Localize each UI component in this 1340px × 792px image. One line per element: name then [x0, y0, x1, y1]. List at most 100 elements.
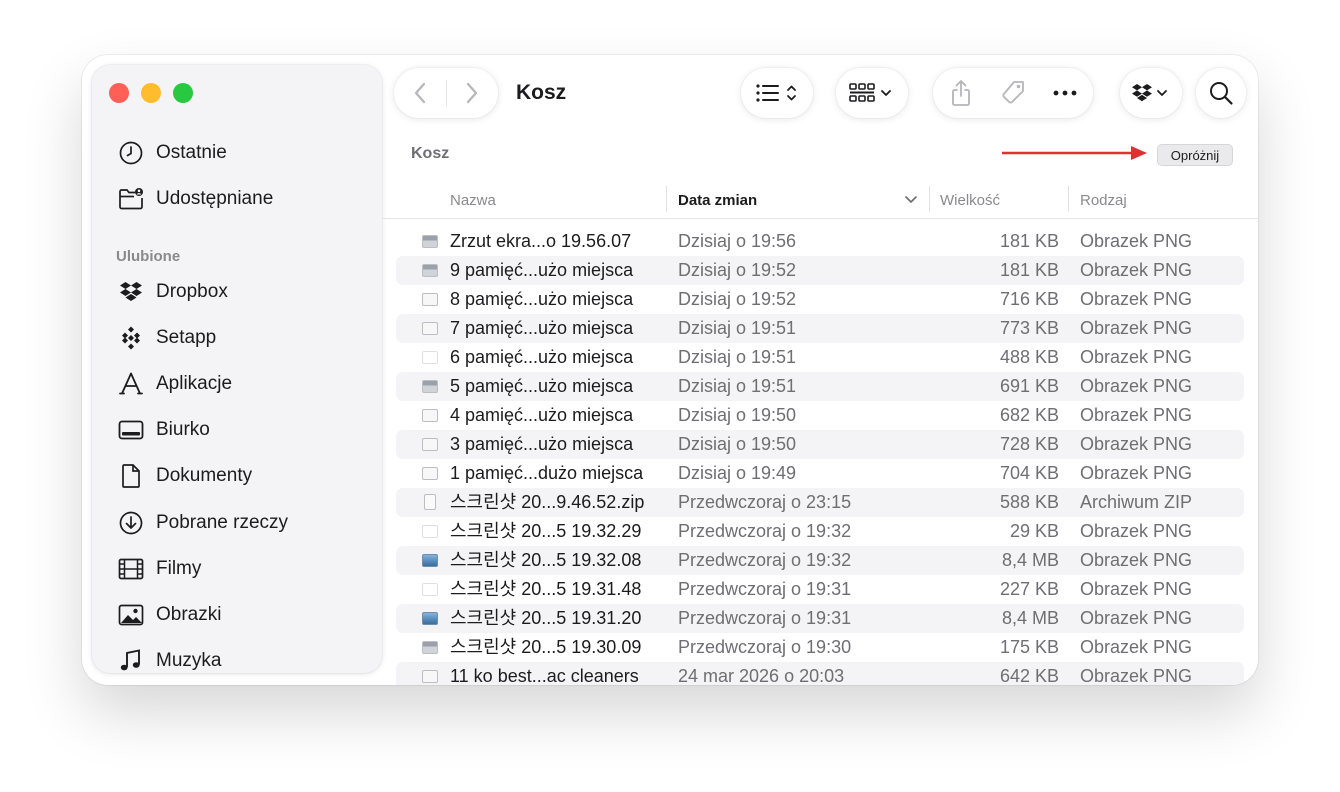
- table-row[interactable]: 스크린샷 20...5 19.31.48 Przedwczoraj o 19:31…: [396, 575, 1244, 604]
- sidebar-item-filmy[interactable]: Filmy: [118, 554, 201, 584]
- table-row[interactable]: 7 pamięć...użo miejsca Dzisiaj o 19:51 773…: [396, 314, 1244, 343]
- sidebar-item-dropbox[interactable]: Dropbox: [118, 277, 228, 307]
- table-row[interactable]: 8 pamięć...użo miejsca Dzisiaj o 19:52 716…: [396, 285, 1244, 314]
- forward-button[interactable]: [446, 68, 498, 118]
- setapp-icon: [118, 325, 144, 351]
- dropbox-menu-button[interactable]: [1120, 68, 1182, 118]
- list-view-button[interactable]: [741, 68, 813, 118]
- file-list: Zrzut ekra...o 19.56.07 Dzisiaj o 19:56 18…: [396, 227, 1244, 685]
- more-icon: [1053, 90, 1077, 96]
- column-header-date[interactable]: Data zmian: [678, 183, 918, 217]
- close-button[interactable]: [109, 83, 129, 103]
- table-row[interactable]: 6 pamięć...użo miejsca Dzisiaj o 19:51 488…: [396, 343, 1244, 372]
- column-header-size[interactable]: Wielkość: [940, 183, 1000, 217]
- path-location: Kosz: [411, 145, 450, 162]
- sidebar-item-setapp[interactable]: Setapp: [118, 323, 216, 353]
- share-icon: [952, 80, 970, 106]
- column-header-name[interactable]: Nazwa: [450, 183, 496, 217]
- sidebar-item-pobrane-rzeczy[interactable]: Pobrane rzeczy: [118, 508, 288, 538]
- sidebar-item-label: Ostatnie: [156, 142, 227, 163]
- share-button[interactable]: [935, 68, 987, 118]
- sidebar-item-muzyka[interactable]: Muzyka: [118, 646, 221, 673]
- sidebar: Ostatnie Udostępniane Ulubione Dropbox S…: [92, 65, 382, 673]
- sidebar-item-biurko[interactable]: Biurko: [118, 415, 210, 445]
- png-file-icon: [422, 583, 438, 596]
- table-row[interactable]: 11 ko best...ac cleaners 24 mar 2026 o 20…: [396, 662, 1244, 685]
- chevron-down-icon: [905, 196, 917, 203]
- column-header-date-label: Data zmian: [678, 191, 758, 209]
- sidebar-item-label: Dokumenty: [156, 465, 253, 486]
- annotation-arrow-icon: [1002, 146, 1147, 160]
- sidebar-item-label: Muzyka: [156, 650, 222, 671]
- png-file-icon: [422, 264, 438, 277]
- film-icon: [118, 556, 144, 582]
- table-row[interactable]: 스크린샷 20...9.46.52.zip Przedwczoraj o 23:1…: [396, 488, 1244, 517]
- list-view-icon: [756, 84, 796, 102]
- sidebar-item-label: Obrazki: [156, 604, 222, 625]
- sidebar-item-label: Biurko: [156, 419, 210, 440]
- applications-icon: [118, 371, 144, 397]
- sidebar-item-label: Filmy: [156, 558, 202, 579]
- zoom-button[interactable]: [173, 83, 193, 103]
- tag-button[interactable]: [987, 68, 1039, 118]
- clock-icon: [118, 140, 144, 166]
- png-file-icon: [422, 612, 438, 625]
- sidebar-item-dokumenty[interactable]: Dokumenty: [118, 461, 252, 491]
- table-row[interactable]: 4 pamięć...użo miejsca Dzisiaj o 19:50 682…: [396, 401, 1244, 430]
- minimize-button[interactable]: [141, 83, 161, 103]
- table-row[interactable]: 스크린샷 20...5 19.32.29 Przedwczoraj o 19:32…: [396, 517, 1244, 546]
- sidebar-item-label: Dropbox: [156, 281, 228, 302]
- table-row[interactable]: 스크린샷 20...5 19.32.08 Przedwczoraj o 19:32…: [396, 546, 1244, 575]
- png-file-icon: [422, 467, 438, 480]
- chevron-left-icon: [414, 82, 425, 104]
- shared-folder-icon: [118, 186, 144, 212]
- download-icon: [118, 510, 144, 536]
- empty-trash-button[interactable]: Opróżnij: [1157, 144, 1233, 166]
- zip-file-icon: [424, 494, 436, 510]
- desktop-icon: [118, 417, 144, 443]
- tag-icon: [1002, 81, 1024, 104]
- more-button[interactable]: [1039, 68, 1091, 118]
- sidebar-item-label: Aplikacje: [156, 373, 233, 394]
- sidebar-item-label: Udostępniane: [156, 188, 274, 209]
- png-file-icon: [422, 438, 438, 451]
- search-button[interactable]: [1196, 68, 1246, 118]
- finder-window: Ostatnie Udostępniane Ulubione Dropbox S…: [82, 55, 1258, 685]
- sidebar-item-obrazki[interactable]: Obrazki: [118, 600, 221, 630]
- png-file-icon: [422, 380, 438, 393]
- chevron-right-icon: [467, 82, 478, 104]
- group-by-button[interactable]: [836, 68, 908, 118]
- dropbox-icon: [1132, 84, 1167, 102]
- navigation-group: [394, 68, 498, 118]
- photo-icon: [118, 602, 144, 628]
- window-controls: [109, 83, 193, 103]
- sidebar-item-label: Setapp: [156, 327, 217, 348]
- png-file-icon: [422, 351, 438, 364]
- table-row[interactable]: 스크린샷 20...5 19.30.09 Przedwczoraj o 19:30…: [396, 633, 1244, 662]
- music-icon: [118, 648, 144, 673]
- table-row[interactable]: 3 pamięć...użo miejsca Dzisiaj o 19:50 728…: [396, 430, 1244, 459]
- action-group: [933, 68, 1093, 118]
- sidebar-item-label: Pobrane rzeczy: [156, 512, 289, 533]
- back-button[interactable]: [394, 68, 446, 118]
- sidebar-section-favorites: Ulubione: [116, 248, 181, 265]
- table-row[interactable]: 스크린샷 20...5 19.31.20 Przedwczoraj o 19:31…: [396, 604, 1244, 633]
- document-icon: [118, 463, 144, 489]
- sidebar-item-ostatnie[interactable]: Ostatnie: [118, 138, 227, 168]
- sidebar-item-udostepniane[interactable]: Udostępniane: [118, 184, 273, 214]
- png-file-icon: [422, 554, 438, 567]
- window-title: Kosz: [516, 81, 567, 104]
- table-row[interactable]: 9 pamięć...użo miejsca Dzisiaj o 19:52 181…: [396, 256, 1244, 285]
- png-file-icon: [422, 409, 438, 422]
- column-header-kind[interactable]: Rodzaj: [1080, 183, 1127, 217]
- png-file-icon: [422, 670, 438, 683]
- search-icon: [1210, 82, 1233, 105]
- png-file-icon: [422, 235, 438, 248]
- grid-group-icon: [849, 83, 891, 102]
- table-row[interactable]: 5 pamięć...użo miejsca Dzisiaj o 19:51 691…: [396, 372, 1244, 401]
- dropbox-icon: [118, 279, 144, 305]
- png-file-icon: [422, 641, 438, 654]
- table-row[interactable]: Zrzut ekra...o 19.56.07 Dzisiaj o 19:56 18…: [396, 227, 1244, 256]
- table-row[interactable]: 1 pamięć...dużo miejsca Dzisiaj o 19:49 70…: [396, 459, 1244, 488]
- sidebar-item-aplikacje[interactable]: Aplikacje: [118, 369, 232, 399]
